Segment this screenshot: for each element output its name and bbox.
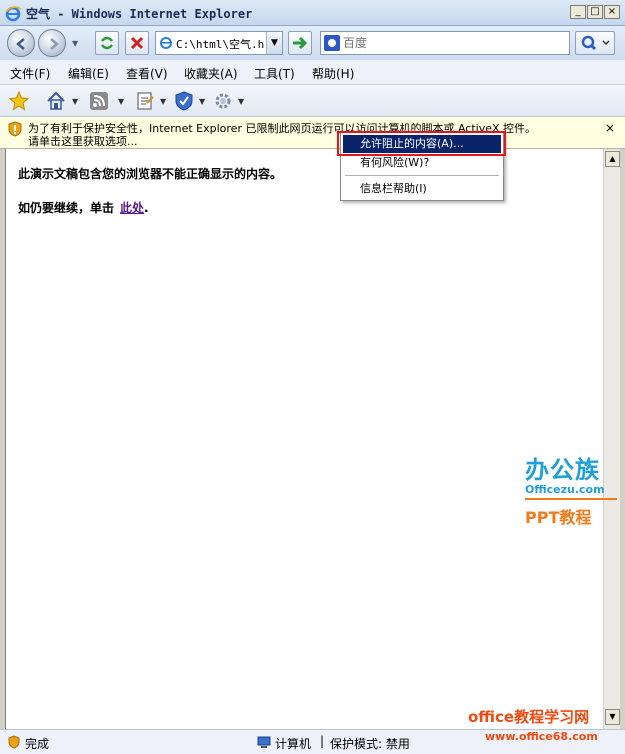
- menu-divider: [345, 175, 499, 176]
- logo-divider: [525, 498, 617, 500]
- menu-view[interactable]: 查看(V): [126, 65, 168, 82]
- search-box[interactable]: [320, 31, 570, 55]
- infobar-help-item[interactable]: 信息栏帮助(I): [343, 180, 501, 198]
- logo-title: 办公族: [525, 456, 600, 484]
- protected-mode-status[interactable]: 保护模式: 禁用: [330, 735, 410, 752]
- go-button[interactable]: [288, 31, 312, 55]
- warning-text: 此演示文稿包含您的浏览器不能正确显示的内容。: [18, 167, 283, 181]
- history-dropdown-icon[interactable]: ▼: [72, 39, 78, 48]
- continue-prefix: 如仍要继续，单击: [18, 201, 115, 215]
- security-zone[interactable]: 计算机: [275, 735, 311, 752]
- officezu-logo: 办公族 Officezu.com PPT教程: [525, 450, 620, 527]
- close-window-button[interactable]: ×: [604, 5, 620, 19]
- scroll-down-icon[interactable]: ▼: [605, 709, 620, 725]
- baidu-icon: [324, 35, 340, 51]
- page-dropdown-icon[interactable]: ▼: [160, 97, 166, 106]
- what-is-risk-item[interactable]: 有何风险(W)?: [343, 154, 501, 172]
- red-highlight-box: [337, 131, 506, 156]
- status-separator: |: [320, 734, 325, 748]
- menu-tools[interactable]: 工具(T): [254, 65, 295, 82]
- status-text: 完成: [25, 737, 50, 751]
- refresh-button[interactable]: [95, 31, 119, 55]
- continue-suffix: .: [144, 201, 149, 215]
- menu-favorites[interactable]: 收藏夹(A): [184, 65, 238, 82]
- window-title: 空气 - Windows Internet Explorer: [26, 7, 253, 21]
- rss-dropdown-icon[interactable]: ▼: [118, 97, 124, 106]
- continue-link[interactable]: 此处: [120, 201, 144, 215]
- refresh-icon: [101, 36, 113, 50]
- computer-zone-icon: [257, 736, 271, 748]
- logo-ppt-label: PPT教程: [525, 508, 592, 527]
- scroll-up-icon[interactable]: ▲: [605, 151, 620, 167]
- address-toolbar: ▼ C:\html\空气.ht ▼: [0, 26, 625, 60]
- safety-dropdown-icon[interactable]: ▼: [199, 97, 205, 106]
- rss-feed-icon[interactable]: [88, 90, 110, 112]
- continue-text: 如仍要继续，单击 此处.: [18, 199, 149, 216]
- forward-arrow-icon: [50, 38, 59, 50]
- logo-domain: Officezu.com: [525, 483, 605, 496]
- page-content: 此演示文稿包含您的浏览器不能正确显示的内容。 如仍要继续，单击 此处.: [5, 149, 603, 729]
- ie-logo-icon: [5, 6, 22, 22]
- menu-file[interactable]: 文件(F): [10, 65, 50, 82]
- site-watermark: office教程学习网: [468, 708, 590, 726]
- infobar-options-hint[interactable]: 请单击这里获取选项...: [28, 133, 138, 149]
- address-bar[interactable]: C:\html\空气.ht ▼: [155, 31, 283, 55]
- maximize-button[interactable]: □: [587, 5, 603, 19]
- address-url[interactable]: C:\html\空气.ht: [176, 36, 264, 52]
- home-icon[interactable]: [45, 90, 67, 112]
- address-dropdown-icon[interactable]: ▼: [266, 32, 282, 54]
- go-arrow-icon: [293, 36, 308, 50]
- command-bar: ▼ ▼ ▼ ▼ ▼: [0, 85, 625, 117]
- information-bar[interactable]: 为了有利于保护安全性，Internet Explorer 已限制此网页运行可以访…: [0, 117, 625, 149]
- search-button[interactable]: [575, 31, 615, 55]
- back-button[interactable]: [7, 29, 35, 57]
- search-icon: [581, 35, 610, 51]
- safety-shield-icon[interactable]: [173, 90, 195, 112]
- security-shield-icon: [8, 121, 22, 137]
- stop-button[interactable]: [125, 31, 149, 55]
- ie-page-icon: [160, 37, 172, 49]
- favorites-star-icon[interactable]: [8, 90, 30, 112]
- title-bar: 空气 - Windows Internet Explorer _ □ ×: [0, 0, 625, 26]
- search-input[interactable]: [343, 34, 563, 52]
- page-icon[interactable]: [134, 90, 156, 112]
- site-url-watermark: www.office68.com: [485, 730, 598, 743]
- minimize-button[interactable]: _: [570, 5, 586, 19]
- stop-icon: [130, 36, 144, 50]
- forward-button[interactable]: [38, 29, 66, 57]
- tools-gear-icon[interactable]: [212, 90, 234, 112]
- home-dropdown-icon[interactable]: ▼: [72, 97, 78, 106]
- menu-help[interactable]: 帮助(H): [312, 65, 354, 82]
- back-arrow-icon: [16, 38, 25, 50]
- infobar-close-button[interactable]: ×: [605, 121, 615, 135]
- tools-dropdown-icon[interactable]: ▼: [238, 97, 244, 106]
- vertical-scrollbar[interactable]: ▲ ▼: [603, 149, 620, 729]
- menu-bar: 文件(F) 编辑(E) 查看(V) 收藏夹(A) 工具(T) 帮助(H): [0, 60, 625, 85]
- menu-edit[interactable]: 编辑(E): [68, 65, 109, 82]
- status-shield-icon: [8, 735, 20, 749]
